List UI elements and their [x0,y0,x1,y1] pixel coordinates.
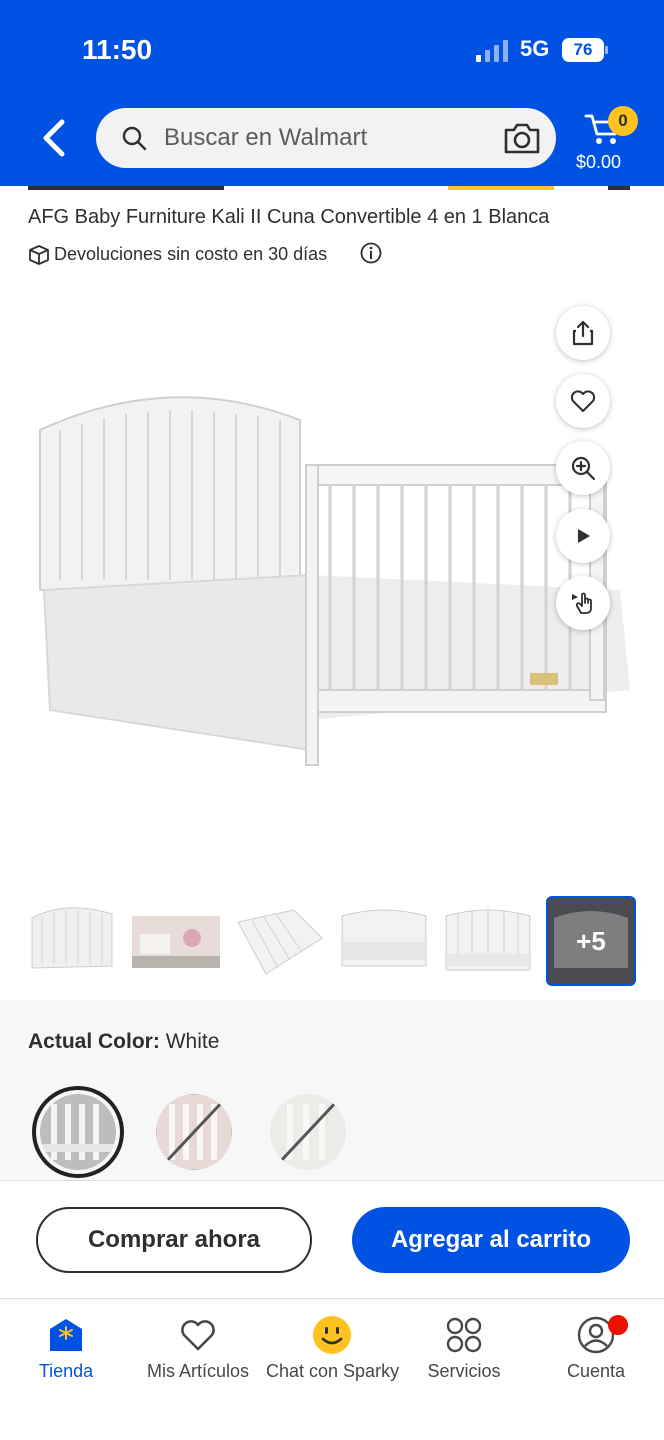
hand-pointer-icon [572,592,592,614]
more-images-button[interactable]: +5 [546,896,636,986]
color-label: Actual Color: White [28,1030,219,1054]
color-selector: Actual Color: White [0,1000,664,1180]
share-button[interactable] [556,306,610,360]
more-images-count: +5 [576,926,606,956]
video-button[interactable] [556,509,610,563]
swatch-image [156,1094,232,1170]
thumbnail[interactable] [338,898,430,984]
heart-icon [570,390,596,412]
thumbnail-strip: +5 [0,896,664,988]
swatch-image [40,1094,116,1170]
status-bar: 11:50 5G 76 [0,0,664,100]
purchase-actions: Comprar ahora Agregar al carrito [0,1180,664,1298]
search-placeholder: Buscar en Walmart [164,124,368,151]
sparky-icon [313,1316,351,1354]
app-header: Buscar en Walmart 0 $0.00 [0,100,664,186]
notification-dot [608,1315,628,1335]
search-input[interactable]: Buscar en Walmart [96,108,556,168]
play-icon [578,529,590,543]
tab-cuenta[interactable]: Cuenta [530,1315,662,1385]
thumbnail[interactable] [26,898,118,984]
search-icon [122,126,147,151]
tab-label: Mis Artículos [146,1361,250,1381]
info-icon[interactable] [360,242,382,264]
network-type: 5G [520,36,550,61]
product-title: AFG Baby Furniture Kali II Cuna Converti… [28,206,550,228]
add-to-cart-button[interactable]: Agregar al carrito [352,1207,630,1273]
product-image [39,396,630,766]
tab-label: Chat con Sparky [266,1361,400,1381]
tab-servicios[interactable]: Servicios [398,1315,530,1385]
tab-chat-sparky[interactable]: Chat con Sparky [266,1315,400,1385]
color-label-title: Actual Color: [28,1030,160,1053]
battery-level: 76 [573,40,593,59]
tab-mis-articulos[interactable]: Mis Artículos [132,1315,264,1385]
color-swatch-white[interactable] [40,1094,116,1170]
cart-button[interactable]: 0 $0.00 [576,104,638,174]
thumbnail-image [130,898,222,984]
tab-label: Cuenta [566,1361,626,1381]
thumbnail[interactable] [442,898,534,984]
thumbnail-image [442,898,534,984]
thumbnail-image [234,898,326,984]
returns-text: Devoluciones sin costo en 30 días [54,244,328,264]
tab-label: Servicios [427,1361,501,1381]
tab-label: Tienda [38,1361,94,1381]
color-swatch-unavailable[interactable] [156,1094,232,1170]
back-button[interactable] [36,118,72,158]
color-value: White [165,1030,220,1053]
tab-tienda[interactable]: Tienda [0,1315,132,1385]
swatch-image [270,1094,346,1170]
product-image-gallery[interactable] [0,290,664,890]
box-return-icon [29,245,49,265]
share-icon [572,320,594,346]
services-icon [446,1317,482,1353]
color-swatch-unavailable[interactable] [270,1094,346,1170]
thumbnail[interactable] [234,898,326,984]
thumbnail[interactable] [130,898,222,984]
store-icon [50,1319,82,1351]
thumbnail-image [26,898,118,984]
signal-icon [476,40,508,62]
thumbnail-image [338,898,430,984]
status-time: 11:50 [82,34,153,65]
interactive-view-button[interactable] [556,576,610,630]
bottom-tab-bar: Tienda Mis Artículos Chat con Sparky Ser… [0,1298,664,1440]
zoom-button[interactable] [556,441,610,495]
cart-total: $0.00 [576,152,622,172]
zoom-in-icon [571,456,596,481]
cart-count-badge: 0 [608,106,638,136]
favorite-button[interactable] [556,374,610,428]
heart-icon [181,1320,215,1351]
brand-rating-row [28,186,630,190]
buy-now-button[interactable]: Comprar ahora [36,1207,312,1273]
camera-icon[interactable] [502,120,542,156]
